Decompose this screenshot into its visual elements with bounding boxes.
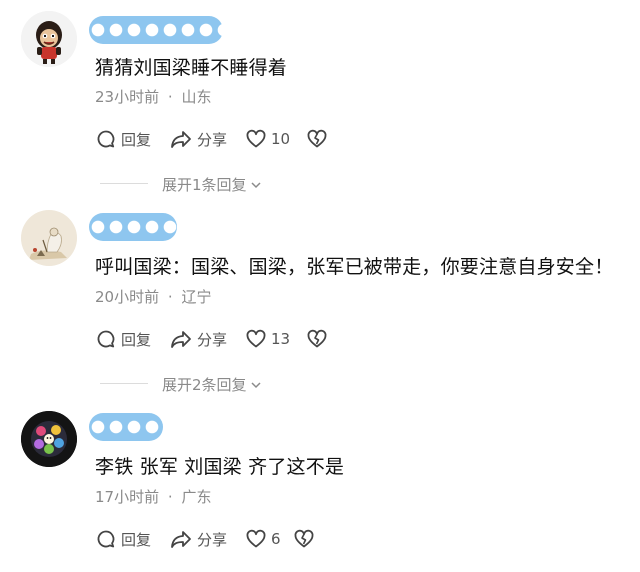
comment-text: 呼叫国梁：国梁、国梁，张军已被带走，你要注意自身安全！: [95, 256, 614, 278]
share-arrow-icon: [171, 131, 191, 148]
expand-replies-label[interactable]: 展开2条回复: [162, 374, 263, 395]
chevron-down-icon: [251, 381, 261, 388]
share-label: 分享: [197, 530, 228, 549]
speech-bubble-icon: [97, 130, 115, 148]
expand-replies[interactable]: 展开2条回复: [100, 374, 400, 394]
avatar[interactable]: [21, 210, 77, 266]
like-button[interactable]: 13: [245, 327, 290, 351]
share-button[interactable]: 分享: [169, 127, 227, 151]
broken-heart-icon: [294, 529, 314, 548]
username-mask[interactable]: [89, 16, 223, 44]
chevron-down-icon: [251, 181, 261, 188]
comment-meta: 17小时前 · 广东: [95, 486, 211, 507]
like-button[interactable]: 6: [245, 527, 281, 551]
reply-button[interactable]: 回复: [95, 127, 151, 151]
comment-time: 20小时前: [95, 288, 160, 306]
meta-separator: ·: [167, 488, 173, 506]
painting-avatar-icon: [21, 210, 77, 266]
broken-heart-icon: [307, 129, 327, 148]
divider: [100, 383, 148, 384]
expand-text: 展开2条回复: [162, 376, 247, 394]
cartoon-avatar-icon: [21, 11, 77, 67]
comment-location: 山东: [181, 88, 212, 106]
username-mask[interactable]: [89, 213, 177, 241]
comment-text: 李铁 张军 刘国梁 齐了这不是: [95, 456, 345, 478]
comment-item: 李铁 张军 刘国梁 齐了这不是 17小时前 · 广东 回复 分享 6: [0, 400, 640, 572]
expand-replies-label[interactable]: 展开1条回复: [162, 174, 263, 195]
reply-button[interactable]: 回复: [95, 327, 151, 351]
speech-bubble-icon: [97, 330, 115, 348]
heart-icon: [246, 129, 266, 148]
share-arrow-icon: [171, 531, 191, 548]
reply-button[interactable]: 回复: [95, 527, 151, 551]
like-count: 6: [271, 530, 281, 548]
comment-actions: 回复 分享 10: [95, 127, 395, 151]
avatar[interactable]: [21, 11, 77, 67]
dislike-button[interactable]: [293, 527, 315, 551]
flower-avatar-icon: [21, 411, 77, 467]
heart-icon: [246, 529, 266, 548]
expand-replies[interactable]: 展开1条回复: [100, 174, 400, 194]
speech-bubble-icon: [97, 530, 115, 548]
comment-location: 广东: [181, 488, 212, 506]
share-button[interactable]: 分享: [169, 327, 227, 351]
comment-text: 猜猜刘国梁睡不睡得着: [95, 57, 288, 79]
share-button[interactable]: 分享: [169, 527, 227, 551]
comment-time: 23小时前: [95, 88, 160, 106]
meta-separator: ·: [167, 88, 173, 106]
comment-meta: 20小时前 · 辽宁: [95, 286, 211, 307]
comment-item: 猜猜刘国梁睡不睡得着 23小时前 · 山东 回复 分享 10 展开1条回复: [0, 0, 640, 200]
reply-label: 回复: [121, 530, 152, 549]
like-count: 13: [271, 330, 291, 348]
comment-location: 辽宁: [181, 288, 212, 306]
dislike-button[interactable]: [306, 127, 328, 151]
meta-separator: ·: [167, 288, 173, 306]
expand-text: 展开1条回复: [162, 176, 247, 194]
comment-actions: 回复 分享 6: [95, 527, 395, 551]
dislike-button[interactable]: [306, 327, 328, 351]
heart-icon: [246, 329, 266, 348]
reply-label: 回复: [121, 130, 152, 149]
avatar[interactable]: [21, 411, 77, 467]
comment-time: 17小时前: [95, 488, 160, 506]
comment-item: 呼叫国梁：国梁、国梁，张军已被带走，你要注意自身安全！ 20小时前 · 辽宁 回…: [0, 200, 640, 400]
share-arrow-icon: [171, 331, 191, 348]
comment-meta: 23小时前 · 山东: [95, 86, 211, 107]
username-mask[interactable]: [89, 413, 163, 441]
share-label: 分享: [197, 330, 228, 349]
like-button[interactable]: 10: [245, 127, 290, 151]
share-label: 分享: [197, 130, 228, 149]
broken-heart-icon: [307, 329, 327, 348]
divider: [100, 183, 148, 184]
like-count: 10: [271, 130, 291, 148]
comment-actions: 回复 分享 13: [95, 327, 395, 351]
reply-label: 回复: [121, 330, 152, 349]
